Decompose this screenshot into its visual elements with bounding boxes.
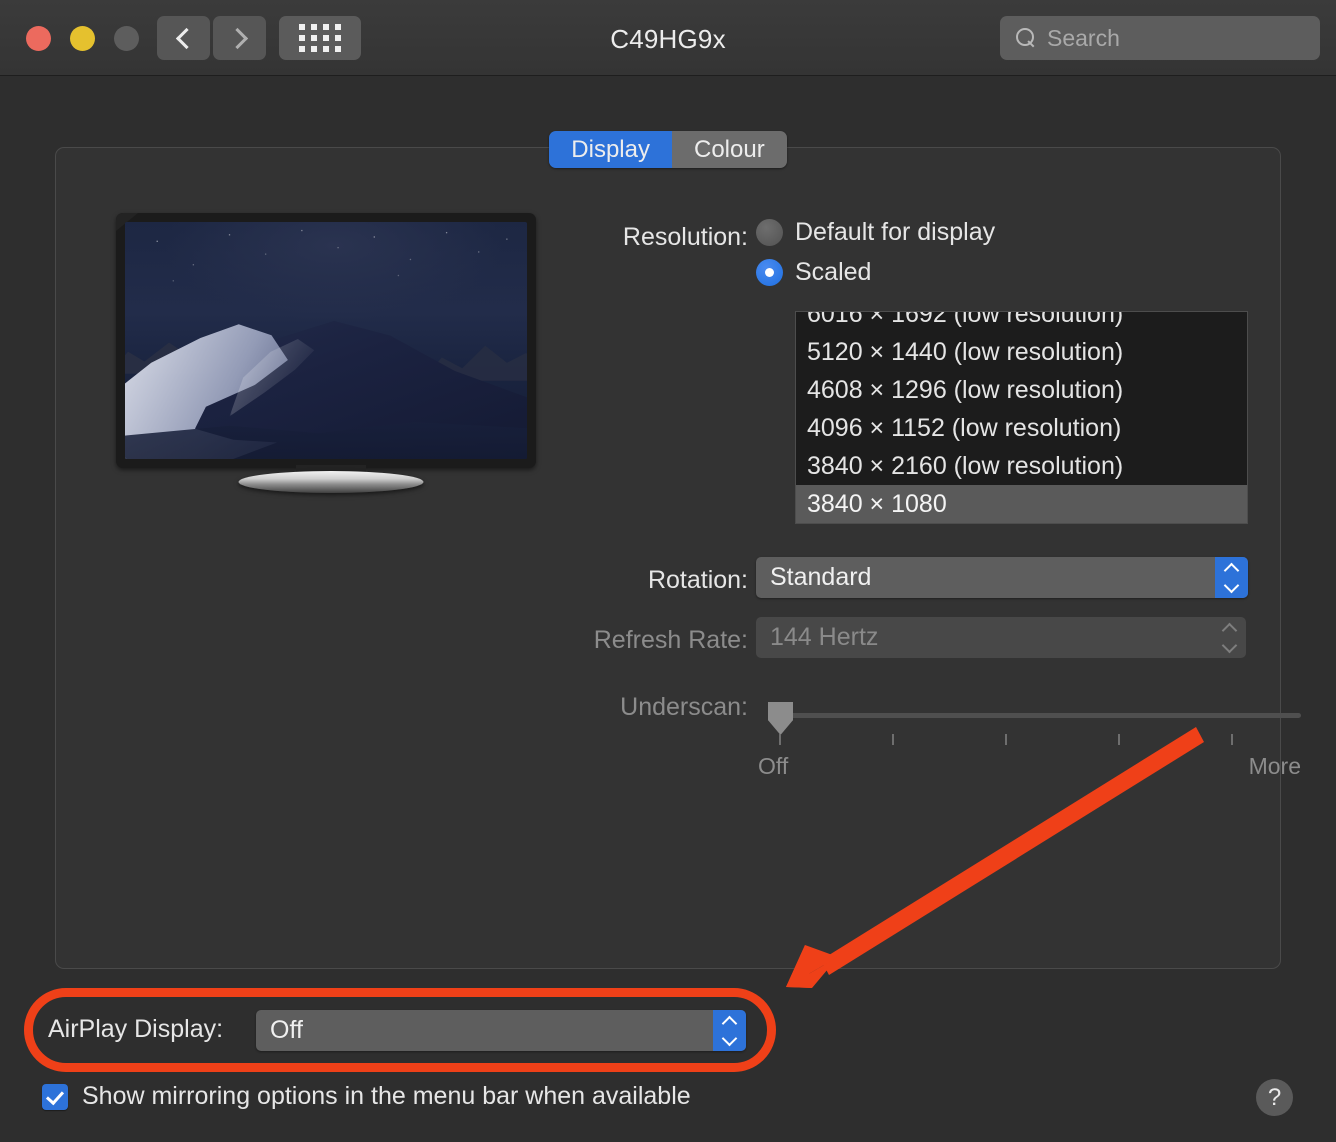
search-placeholder: Search	[1047, 24, 1120, 51]
underscan-slider[interactable]: Off More	[756, 700, 1301, 785]
window-titlebar: C49HG9x Search	[0, 0, 1336, 76]
display-settings-panel: Resolution: Default for display Scaled 6…	[55, 147, 1301, 969]
airplay-display-select[interactable]: Off	[256, 1010, 746, 1051]
slider-tick	[1231, 734, 1233, 745]
rotation-stepper[interactable]	[1215, 557, 1248, 598]
chevron-down-icon	[721, 1030, 738, 1046]
airplay-display-value: Off	[270, 1016, 303, 1044]
search-icon	[1016, 28, 1036, 48]
chevron-down-icon	[1221, 637, 1238, 653]
tab-display[interactable]: Display	[549, 131, 672, 168]
rotation-label: Rotation:	[647, 566, 748, 594]
chevron-up-icon	[1221, 622, 1238, 638]
underscan-label: Underscan:	[620, 693, 748, 721]
monitor-stand-base	[238, 471, 424, 493]
slider-tick	[1005, 734, 1007, 745]
rotation-value: Standard	[770, 563, 872, 591]
search-input[interactable]: Search	[1000, 16, 1320, 60]
slider-tick	[779, 734, 781, 745]
radio-scaled-label: Scaled	[795, 258, 872, 286]
list-item[interactable]: 5120 × 1440 (low resolution)	[796, 333, 1247, 371]
tab-colour[interactable]: Colour	[672, 131, 787, 168]
chevron-up-icon	[1223, 562, 1240, 578]
refresh-rate-stepper	[1213, 617, 1246, 658]
underscan-track	[774, 713, 1301, 718]
help-button[interactable]: ?	[1256, 1079, 1293, 1116]
slider-tick	[1118, 734, 1120, 745]
resolution-label: Resolution:	[622, 223, 748, 251]
list-item[interactable]: 4096 × 1152 (low resolution)	[796, 409, 1247, 447]
underscan-knob[interactable]	[768, 702, 793, 735]
chevron-up-icon	[721, 1015, 738, 1031]
radio-default-for-display[interactable]: Default for display	[756, 218, 995, 247]
list-item[interactable]: 4608 × 1296 (low resolution)	[796, 371, 1247, 409]
refresh-rate-select: 144 Hertz	[756, 617, 1246, 658]
radio-on-icon	[756, 259, 783, 286]
underscan-max-label: More	[1248, 753, 1301, 779]
chevron-down-icon	[1223, 577, 1240, 593]
list-item-selected[interactable]: 3840 × 1080	[796, 485, 1247, 523]
list-item[interactable]: 6016 × 1692 (low resolution)	[796, 312, 1247, 333]
checkbox-checked-icon[interactable]	[42, 1083, 68, 1110]
show-mirroring-options-label: Show mirroring options in the menu bar w…	[82, 1082, 691, 1110]
radio-scaled[interactable]: Scaled	[756, 258, 871, 287]
airplay-display-label: AirPlay Display:	[48, 1015, 224, 1043]
tab-group: Display Colour	[549, 131, 787, 168]
underscan-min-label: Off	[758, 753, 789, 779]
radio-default-label: Default for display	[795, 218, 996, 246]
airplay-stepper[interactable]	[713, 1010, 746, 1051]
radio-off-icon	[756, 219, 783, 246]
resolution-list[interactable]: 6016 × 1692 (low resolution) 5120 × 1440…	[795, 311, 1248, 524]
refresh-rate-value: 144 Hertz	[770, 623, 879, 651]
monitor-screen-wallpaper	[125, 222, 527, 459]
show-mirroring-options-checkbox-row[interactable]: Show mirroring options in the menu bar w…	[42, 1082, 691, 1111]
tab-bar: Display Colour	[0, 131, 1336, 168]
slider-tick	[892, 734, 894, 745]
rotation-select[interactable]: Standard	[756, 557, 1248, 598]
refresh-rate-label: Refresh Rate:	[593, 626, 748, 654]
display-preview	[116, 213, 546, 493]
list-item[interactable]: 3840 × 2160 (low resolution)	[796, 447, 1247, 485]
